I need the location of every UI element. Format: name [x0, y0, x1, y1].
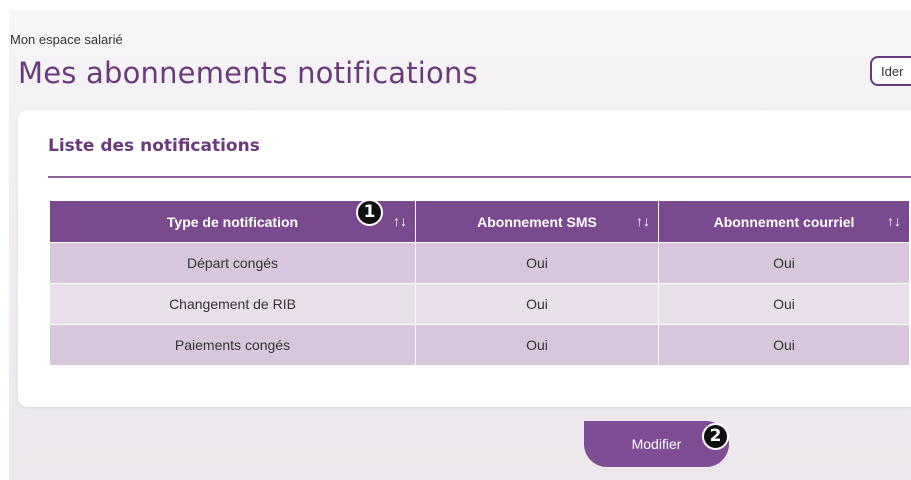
annotation-badge-1: 1: [356, 199, 383, 226]
cell-sms: Oui: [415, 324, 659, 365]
table-row: Changement de RIB Oui Oui: [50, 283, 910, 325]
sort-icon[interactable]: ↑↓: [393, 213, 407, 229]
card-title: Liste des notifications: [48, 136, 260, 156]
column-header-sms[interactable]: Abonnement SMS ↑↓: [415, 201, 659, 243]
cell-email: Oui: [658, 283, 910, 325]
notifications-card: Liste des notifications Type de notifica…: [18, 110, 911, 407]
column-header-label: Abonnement courriel: [713, 213, 855, 230]
cell-type: Paiements congés: [50, 324, 416, 365]
cell-sms: Oui: [415, 283, 659, 325]
sort-icon[interactable]: ↑↓: [636, 213, 650, 229]
table-header-row: Type de notification ↑↓ Abonnement SMS ↑…: [50, 201, 910, 243]
cell-type: Départ congés: [50, 242, 416, 284]
column-header-label: Abonnement SMS: [477, 213, 597, 230]
page-title: Mes abonnements notifications: [18, 56, 478, 90]
cell-type: Changement de RIB: [50, 283, 416, 325]
cell-email: Oui: [658, 242, 910, 284]
column-header-label: Type de notification: [166, 213, 299, 230]
notifications-table: Type de notification ↑↓ Abonnement SMS ↑…: [50, 201, 910, 365]
breadcrumb[interactable]: Mon espace salarié: [10, 32, 123, 47]
cell-email: Oui: [658, 324, 910, 365]
table-row: Départ congés Oui Oui: [50, 242, 910, 284]
identity-button[interactable]: Ider: [870, 56, 911, 86]
table-row: Paiements congés Oui Oui: [50, 324, 910, 365]
annotation-badge-2: 2: [702, 423, 729, 450]
sort-icon[interactable]: ↑↓: [887, 213, 901, 229]
column-header-email[interactable]: Abonnement courriel ↑↓: [658, 201, 910, 243]
card-divider: [48, 176, 911, 178]
cell-sms: Oui: [415, 242, 659, 284]
